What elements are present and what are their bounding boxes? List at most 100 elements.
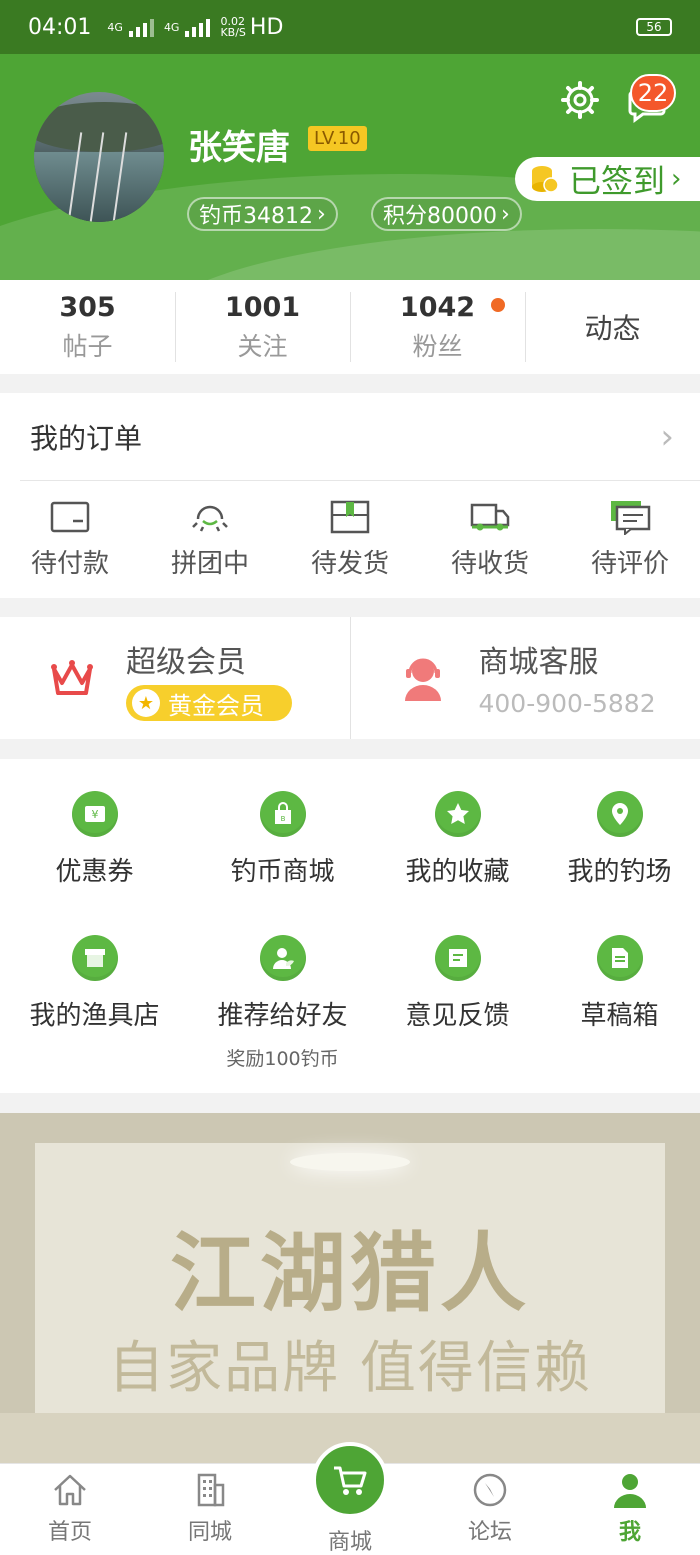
member-title: 超级会员 xyxy=(126,645,246,680)
network-speed: 0.02 KB/S xyxy=(220,15,246,39)
service-phone[interactable]: 400-900-5882 xyxy=(479,689,656,718)
svg-text:¥: ¥ xyxy=(91,808,98,821)
orders-section: 我的订单 › 待付款 拼团中 待发货 待收货 待评价 xyxy=(0,393,700,598)
vip-service-section: 超级会员 ★ 黄金会员 商城客服 400-900-5882 xyxy=(0,617,700,739)
chevron-right-icon: › xyxy=(501,201,510,227)
order-pending-shipment[interactable]: 待发货 xyxy=(280,481,420,597)
member-tier: 黄金会员 xyxy=(168,691,264,720)
promo-banner[interactable]: 江湖猎人 自家品牌 值得信赖 xyxy=(0,1113,700,1463)
grid-item-favorites[interactable]: 我的收藏 xyxy=(370,791,545,888)
tab-label: 首页 xyxy=(47,1520,92,1545)
tab-home[interactable]: 首页 xyxy=(0,1464,140,1555)
grid-item-coin-mall[interactable]: B 钓币商城 xyxy=(195,791,370,888)
bottom-tab-bar: 首页 同城 商城 论坛 我 xyxy=(0,1442,700,1555)
order-label: 待付款 xyxy=(30,548,109,579)
stat-label: 动态 xyxy=(584,312,641,345)
stat-value: 1001 xyxy=(224,291,301,323)
compass-icon xyxy=(473,1473,507,1507)
feedback-icon xyxy=(434,935,481,981)
order-pending-payment[interactable]: 待付款 xyxy=(0,481,140,597)
crown-icon xyxy=(51,660,93,695)
profile-header: 张笑唐 LV.10 钓币34812 › 积分80000 › 22 已签到 › xyxy=(0,54,700,280)
package-icon xyxy=(330,500,370,533)
settings-gear-icon[interactable] xyxy=(560,80,600,120)
building-icon xyxy=(197,1473,225,1507)
avatar[interactable] xyxy=(34,92,164,222)
chevron-right-icon: › xyxy=(317,201,326,227)
tab-local[interactable]: 同城 xyxy=(140,1464,280,1555)
wallet-icon xyxy=(50,501,90,532)
shopping-bag-icon: B xyxy=(259,791,306,837)
banner-subtitle: 自家品牌 值得信赖 xyxy=(108,1336,592,1401)
grid-item-feedback[interactable]: 意见反馈 xyxy=(370,935,545,1032)
network-type-2: 4G xyxy=(163,20,180,34)
grid-item-coupon[interactable]: ¥ 优惠券 xyxy=(7,791,182,888)
grid-item-recommend-friend[interactable]: 推荐给好友 奖励100钓币 xyxy=(195,935,370,1071)
username: 张笑唐 xyxy=(188,128,290,168)
tab-forum[interactable]: 论坛 xyxy=(420,1464,560,1555)
draft-icon xyxy=(596,935,643,981)
truck-icon xyxy=(470,503,510,530)
stat-label: 粉丝 xyxy=(412,331,463,361)
home-icon xyxy=(54,1474,86,1506)
order-group-buying[interactable]: 拼团中 xyxy=(140,481,280,597)
stat-activity[interactable]: 动态 xyxy=(525,280,700,374)
tab-me[interactable]: 我 xyxy=(560,1464,700,1555)
mall-button[interactable] xyxy=(312,1442,388,1518)
coupon-icon: ¥ xyxy=(71,791,118,837)
my-orders-row[interactable]: 我的订单 › xyxy=(20,393,700,481)
points-label: 积分80000 xyxy=(383,204,497,229)
customer-service-card[interactable]: 商城客服 400-900-5882 xyxy=(349,617,700,739)
feature-grid: ¥ 优惠券 B 钓币商城 我的收藏 我的钓场 我的渔具店 推荐给好友 奖励100… xyxy=(0,759,700,1093)
hd-indicator: HD xyxy=(249,14,284,40)
level-badge: LV.10 xyxy=(308,126,367,151)
coins-pill[interactable]: 钓币34812 › xyxy=(187,197,338,231)
stat-posts[interactable]: 305 帖子 xyxy=(0,280,175,374)
grid-label: 我的收藏 xyxy=(405,857,510,887)
coins-label: 钓币34812 xyxy=(199,204,313,229)
grid-label: 草稿箱 xyxy=(580,1001,659,1031)
status-time: 04:01 xyxy=(28,14,92,40)
star-icon: ★ xyxy=(132,689,160,717)
order-label: 待发货 xyxy=(310,548,389,579)
stat-value: 1042 xyxy=(399,291,476,323)
grid-item-drafts[interactable]: 草稿箱 xyxy=(532,935,700,1032)
grid-label: 推荐给好友 xyxy=(217,1001,348,1031)
tab-label: 论坛 xyxy=(467,1520,512,1545)
order-pending-review[interactable]: 待评价 xyxy=(560,481,700,597)
group-icon xyxy=(192,505,228,532)
share-user-icon xyxy=(259,935,306,981)
message-count-badge: 22 xyxy=(630,74,676,112)
banner-ceiling-light xyxy=(290,1153,410,1171)
tab-mall[interactable]: 商城 xyxy=(280,1442,420,1555)
signal-icon xyxy=(128,17,154,37)
grid-item-my-fishing-spot[interactable]: 我的钓场 xyxy=(532,791,700,888)
order-pending-receipt[interactable]: 待收货 xyxy=(420,481,560,597)
tab-label: 同城 xyxy=(187,1520,232,1545)
new-fans-dot xyxy=(491,298,505,312)
cart-icon xyxy=(334,1466,367,1495)
grid-label: 意见反馈 xyxy=(405,1001,510,1031)
stat-value: 305 xyxy=(59,291,116,323)
grid-item-tackle-shop[interactable]: 我的渔具店 xyxy=(7,935,182,1032)
points-pill[interactable]: 积分80000 › xyxy=(371,197,522,231)
star-icon xyxy=(434,791,481,837)
battery-icon: 56 xyxy=(636,18,672,36)
banner-title: 江湖猎人 xyxy=(170,1224,530,1324)
comment-icon xyxy=(611,500,651,535)
gold-member-badge: ★ 黄金会员 xyxy=(126,685,292,721)
order-label: 待评价 xyxy=(590,548,669,579)
stat-label: 关注 xyxy=(237,331,288,361)
location-icon xyxy=(596,791,643,837)
tab-label: 我 xyxy=(618,1520,641,1545)
stats-bar: 305 帖子 1001 关注 1042 粉丝 动态 xyxy=(0,280,700,374)
store-icon xyxy=(71,935,118,981)
service-title: 商城客服 xyxy=(478,645,599,680)
signal-icon xyxy=(185,17,211,37)
grid-label: 钓币商城 xyxy=(230,857,335,887)
stat-following[interactable]: 1001 关注 xyxy=(175,280,350,374)
order-label: 待收货 xyxy=(450,548,529,579)
stat-fans[interactable]: 1042 粉丝 xyxy=(350,280,525,374)
signin-button[interactable]: 已签到 › xyxy=(515,157,700,201)
super-member-card[interactable]: 超级会员 ★ 黄金会员 xyxy=(0,617,350,739)
